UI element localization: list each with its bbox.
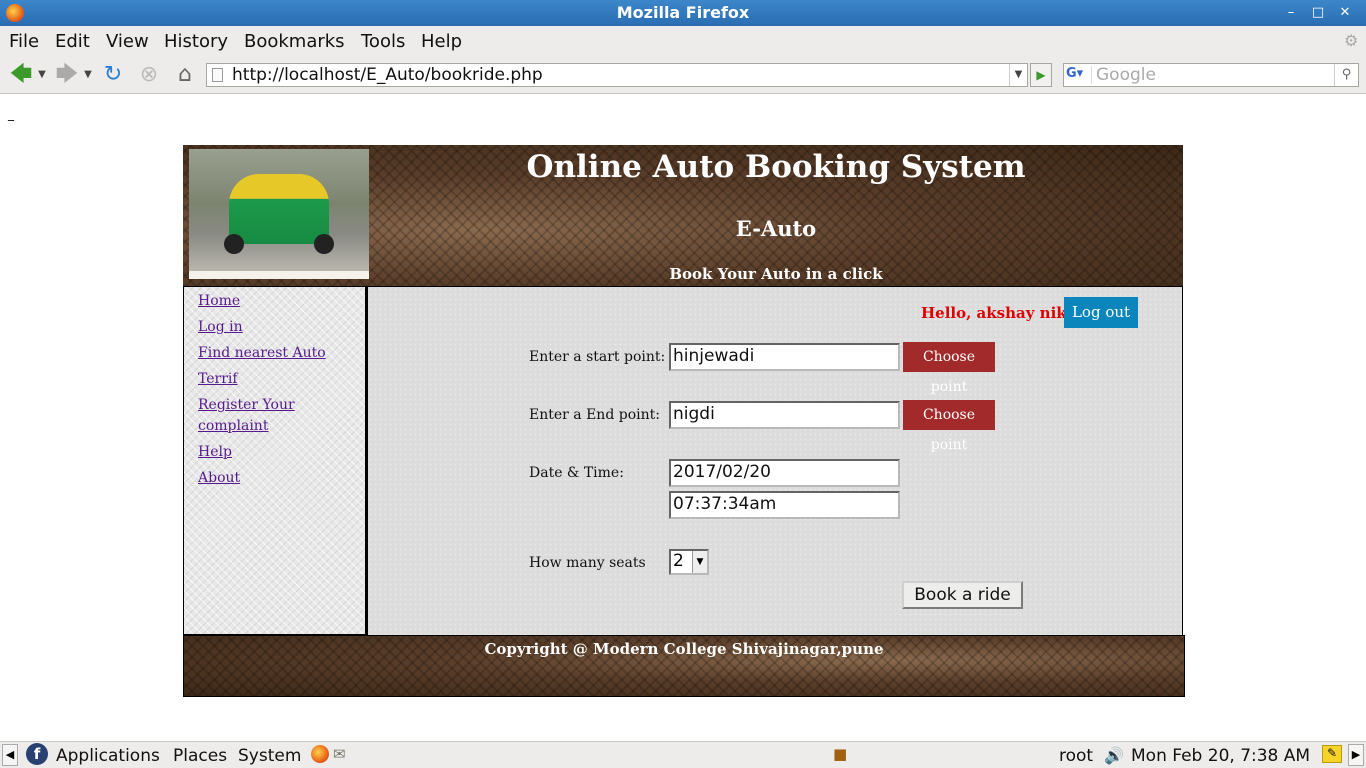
applications-menu[interactable]: Applications [56, 746, 160, 766]
stray-text: _ [8, 107, 14, 121]
menu-edit[interactable]: Edit [55, 31, 90, 52]
site-header-banner: Online Auto Booking System E-Auto Book Y… [183, 145, 1183, 286]
sidebar-item-home[interactable]: Home [198, 291, 338, 312]
menu-file[interactable]: File [9, 31, 39, 52]
google-engine-icon[interactable]: G▾ [1066, 66, 1092, 84]
sidebar-nav: Home Log in Find nearest Auto Terrif Reg… [183, 286, 366, 635]
search-magnifier-icon[interactable]: ⚲ [1334, 64, 1358, 86]
seats-selected-value[interactable]: 2 [673, 551, 684, 571]
close-button[interactable]: ✕ [1334, 3, 1356, 23]
maximize-button[interactable]: □ [1307, 3, 1329, 23]
system-menu[interactable]: System [238, 746, 301, 766]
panel-scroll-right-icon[interactable]: ▶ [1348, 744, 1364, 766]
start-point-label: Enter a start point: [529, 349, 666, 365]
auto-rickshaw-image [189, 149, 369, 279]
sidebar-item-terrif[interactable]: Terrif [198, 369, 338, 390]
update-notifier-icon[interactable]: ■ [833, 745, 847, 763]
chevron-down-icon[interactable]: ▼ [692, 551, 707, 573]
book-ride-button[interactable]: Book a ride [902, 581, 1023, 609]
booking-panel: Hello, akshay nikam Log out Enter a star… [366, 286, 1183, 635]
auto-body-shape [229, 174, 329, 244]
places-menu[interactable]: Places [173, 746, 227, 766]
navigation-toolbar: 🡄 ▼ 🡆 ▼ ↻ ⊗ ⌂ http://localhost/E_Auto/bo… [0, 56, 1366, 94]
window-titlebar: Mozilla Firefox – □ ✕ [0, 0, 1366, 26]
home-icon[interactable]: ⌂ [172, 62, 198, 88]
seats-select[interactable]: 2 ▼ [669, 549, 709, 575]
menu-tools[interactable]: Tools [361, 31, 405, 52]
reload-icon[interactable]: ↻ [100, 62, 126, 88]
url-text[interactable]: http://localhost/E_Auto/bookride.php [232, 65, 543, 85]
current-user[interactable]: root [1059, 746, 1093, 766]
firefox-launcher-icon[interactable] [311, 745, 329, 763]
menu-help[interactable]: Help [421, 31, 462, 52]
page-content: _ Online Auto Booking System E-Auto Book… [0, 95, 1366, 740]
menu-history[interactable]: History [164, 31, 228, 52]
auto-wheel-front [224, 234, 244, 254]
seats-label: How many seats [529, 555, 646, 571]
forward-arrow-icon[interactable]: 🡆 [52, 62, 82, 88]
forward-history-dropdown-icon[interactable]: ▼ [82, 62, 94, 88]
window-title: Mozilla Firefox [616, 3, 750, 22]
back-arrow-icon[interactable]: 🡄 [6, 62, 36, 88]
desktop-panel: ◀ f Applications Places System ✉ ■ root … [0, 741, 1366, 768]
sidebar-item-help[interactable]: Help [198, 442, 338, 463]
stop-icon[interactable]: ⊗ [136, 62, 162, 88]
site-subtitle: E-Auto [735, 216, 817, 241]
copyright-text: Copyright @ Modern College Shivajinagar,… [484, 640, 884, 658]
clock[interactable]: Mon Feb 20, 7:38 AM [1131, 746, 1310, 766]
time-input[interactable]: 07:37:34am [669, 491, 900, 519]
search-placeholder[interactable]: Google [1096, 65, 1156, 85]
back-history-dropdown-icon[interactable]: ▼ [36, 62, 48, 88]
url-dropdown-icon[interactable]: ▼ [1009, 64, 1027, 86]
menu-bar: File Edit View History Bookmarks Tools H… [0, 26, 1366, 56]
throbber-gear-icon: ⚙ [1344, 31, 1359, 50]
volume-icon[interactable]: 🔊 [1104, 746, 1124, 765]
menu-view[interactable]: View [106, 31, 149, 52]
auto-wheel-back [314, 234, 334, 254]
site-footer: Copyright @ Modern College Shivajinagar,… [183, 635, 1185, 697]
choose-start-point-button[interactable]: Choose point [903, 342, 995, 395]
choose-end-point-button[interactable]: Choose point [903, 400, 995, 453]
site-tagline: Book Your Auto in a click [669, 265, 883, 283]
sidebar-item-find-nearest-auto[interactable]: Find nearest Auto [198, 343, 338, 364]
page-icon [212, 68, 223, 82]
fedora-logo-icon[interactable]: f [26, 743, 48, 765]
end-point-input[interactable]: nigdi [669, 401, 900, 429]
date-input[interactable]: 2017/02/20 [669, 459, 900, 487]
sidebar-item-about[interactable]: About [198, 468, 338, 489]
go-arrow-icon[interactable]: ▶ [1030, 63, 1052, 87]
panel-scroll-left-icon[interactable]: ◀ [2, 744, 18, 766]
menu-bookmarks[interactable]: Bookmarks [244, 31, 345, 52]
site-title: Online Auto Booking System [526, 149, 1026, 185]
search-bar[interactable]: G▾ Google ⚲ [1063, 63, 1359, 87]
mail-launcher-icon[interactable]: ✉ [333, 745, 346, 763]
notes-icon[interactable]: ✎ [1322, 745, 1342, 763]
minimize-button[interactable]: – [1280, 3, 1302, 23]
sidebar-item-register-complaint[interactable]: Register Your complaint [198, 395, 338, 437]
sidebar-item-login[interactable]: Log in [198, 317, 338, 338]
logout-button[interactable]: Log out [1064, 297, 1138, 328]
datetime-label: Date & Time: [529, 465, 624, 481]
url-bar[interactable]: http://localhost/E_Auto/bookride.php ▼ [206, 63, 1028, 87]
start-point-input[interactable]: hinjewadi [669, 343, 900, 371]
end-point-label: Enter a End point: [529, 407, 660, 423]
